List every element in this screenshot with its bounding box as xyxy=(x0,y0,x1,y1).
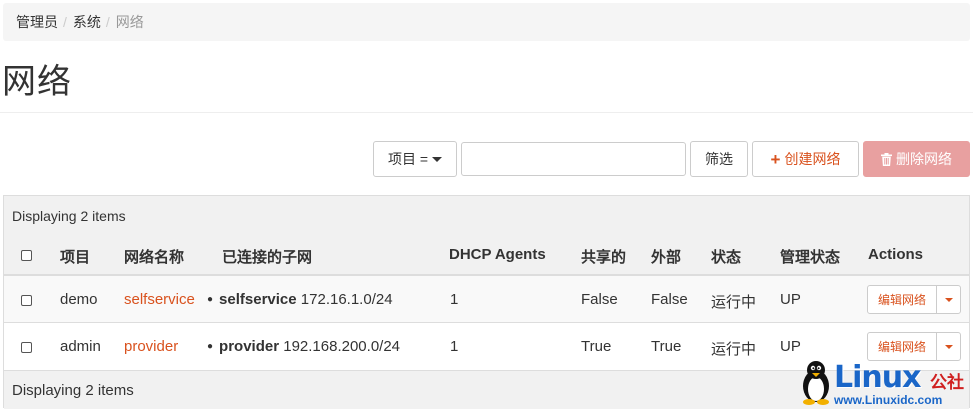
trash-icon xyxy=(881,152,892,166)
column-header-network-name[interactable]: 网络名称 xyxy=(124,246,184,267)
filter-input[interactable] xyxy=(461,142,686,176)
watermark-logo: Linux 公社 www.Linuxidc.com xyxy=(796,358,971,407)
watermark-brand: Linux xyxy=(834,360,921,395)
breadcrumb-item-admin[interactable]: 管理员 xyxy=(16,12,58,32)
cell-subnets: ● provider 192.168.200.0/24 xyxy=(207,338,400,355)
item-count: Displaying 2 items xyxy=(12,208,126,224)
edit-network-button[interactable]: 编辑网络 xyxy=(867,332,937,361)
cell-shared: True xyxy=(581,338,612,355)
network-name-link[interactable]: provider xyxy=(124,338,178,355)
delete-networks-button[interactable]: 删除网络 xyxy=(863,141,970,177)
caret-down-icon xyxy=(944,344,953,349)
cell-admin-state: UP xyxy=(780,338,801,355)
bullet-icon: ● xyxy=(207,341,214,352)
plus-icon: + xyxy=(770,149,781,169)
row-actions: 编辑网络 xyxy=(867,285,961,314)
create-network-label: 创建网络 xyxy=(784,151,841,167)
watermark-url: www.Linuxidc.com xyxy=(834,393,943,407)
column-header-project[interactable]: 项目 xyxy=(60,246,90,267)
cell-external: True xyxy=(651,338,682,355)
breadcrumb-item-system[interactable]: 系统 xyxy=(73,12,101,32)
subnet-cidr: 192.168.200.0/24 xyxy=(283,338,401,355)
filter-button[interactable]: 筛选 xyxy=(690,141,748,177)
breadcrumb-item-current: 网络 xyxy=(115,14,144,30)
breadcrumb-separator: / xyxy=(63,14,67,30)
column-header-admin-state[interactable]: 管理状态 xyxy=(780,246,840,267)
create-network-button[interactable]: + 创建网络 xyxy=(752,141,859,177)
network-name-link[interactable]: selfservice xyxy=(124,291,195,308)
penguin-icon xyxy=(803,361,829,405)
cell-subnets: ● selfservice 172.16.1.0/24 xyxy=(207,291,393,308)
row-actions-dropdown-toggle[interactable] xyxy=(936,332,961,361)
watermark-suffix: 公社 xyxy=(930,373,964,392)
row-actions: 编辑网络 xyxy=(867,332,961,361)
row-checkbox[interactable] xyxy=(21,295,32,306)
cell-external: False xyxy=(651,291,688,308)
cell-admin-state: UP xyxy=(780,291,801,308)
cell-project: admin xyxy=(60,338,101,355)
filter-button-label: 筛选 xyxy=(705,151,733,167)
column-header-subnets[interactable]: 已连接的子网 xyxy=(222,246,312,267)
filter-field-label: 项目 = xyxy=(387,151,429,167)
cell-dhcp-agents: 1 xyxy=(450,291,459,308)
subnet-cidr: 172.16.1.0/24 xyxy=(300,291,393,308)
row-actions-dropdown-toggle[interactable] xyxy=(936,285,961,314)
cell-shared: False xyxy=(581,291,618,308)
bullet-icon: ● xyxy=(207,294,214,305)
edit-network-button[interactable]: 编辑网络 xyxy=(867,285,937,314)
caret-down-icon xyxy=(944,297,953,302)
table-header: Displaying 2 items 项目 网络名称 已连接的子网 DHCP A… xyxy=(4,196,969,276)
column-header-dhcp-agents[interactable]: DHCP Agents xyxy=(449,246,546,263)
delete-networks-label: 删除网络 xyxy=(896,151,952,167)
row-checkbox[interactable] xyxy=(21,342,32,353)
column-header-actions: Actions xyxy=(868,246,924,263)
subnet-name: selfservice xyxy=(219,291,297,308)
select-all-checkbox[interactable] xyxy=(21,250,32,261)
divider xyxy=(0,112,973,113)
subnet-name: provider xyxy=(219,338,280,355)
breadcrumb-separator: / xyxy=(105,14,110,30)
caret-down-icon xyxy=(432,156,443,162)
item-count: Displaying 2 items xyxy=(12,382,134,399)
cell-dhcp-agents: 1 xyxy=(450,338,459,355)
page-title: 网络 xyxy=(2,63,72,101)
cell-status: 运行中 xyxy=(711,294,757,311)
table-row: demo selfservice ● selfservice 172.16.1.0… xyxy=(4,276,969,323)
filter-field-select[interactable]: 项目 = xyxy=(373,141,457,177)
column-header-status[interactable]: 状态 xyxy=(711,246,741,267)
cell-project: demo xyxy=(60,291,98,308)
column-header-external[interactable]: 外部 xyxy=(651,246,681,267)
cell-status: 运行中 xyxy=(711,341,757,358)
column-header-shared[interactable]: 共享的 xyxy=(581,246,626,267)
breadcrumb: 管理员 / 系统 / 网络 xyxy=(3,3,970,41)
